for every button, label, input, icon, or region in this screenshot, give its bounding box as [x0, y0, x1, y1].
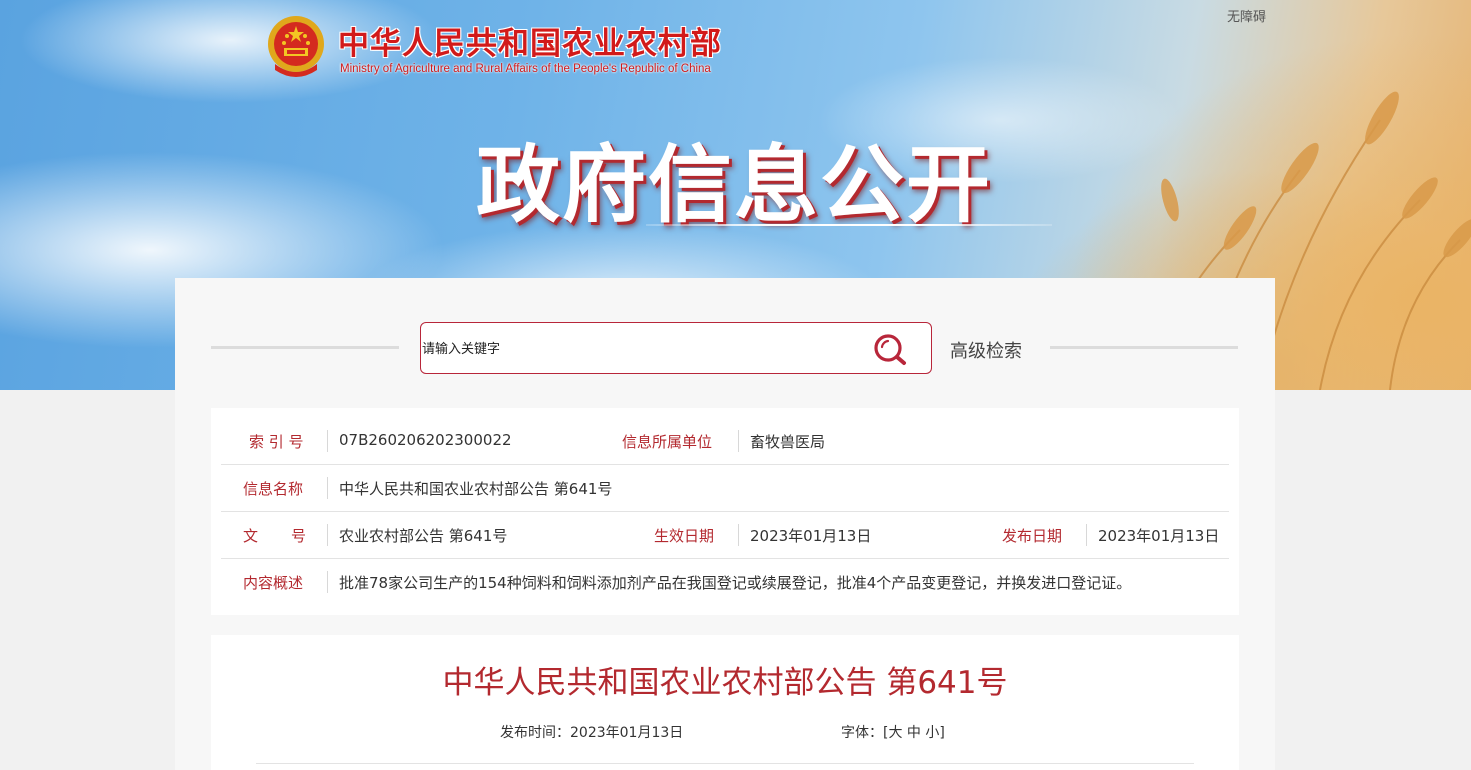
site-subtitle: Ministry of Agriculture and Rural Affair… — [340, 63, 711, 75]
divider — [1086, 524, 1087, 546]
font-size-label: 字体： — [841, 725, 883, 741]
site-title[interactable]: 中华人民共和国农业农村部 — [338, 18, 722, 63]
advanced-search-link[interactable]: 高级检索 — [950, 337, 1022, 363]
name-label: 信息名称 — [243, 480, 304, 498]
effective-date-value: 2023年01月13日 — [750, 527, 872, 545]
doc-value: 农业农村部公告 第641号 — [339, 527, 508, 545]
search-input[interactable] — [422, 337, 862, 361]
info-row-index: 索 引 号 07B260206202300022 信息所属单位 畜牧兽医局 — [221, 418, 1229, 465]
index-value: 07B260206202300022 — [339, 431, 512, 449]
divider — [327, 430, 328, 452]
unit-value: 畜牧兽医局 — [750, 433, 826, 451]
national-emblem-icon — [268, 16, 324, 77]
effective-date-label: 生效日期 — [654, 527, 715, 545]
font-large-button[interactable]: 大 — [888, 725, 902, 741]
search-icon[interactable] — [871, 332, 911, 366]
article-divider — [256, 763, 1194, 764]
font-small-button[interactable]: 小 — [925, 725, 939, 741]
divider — [738, 524, 739, 546]
unit-label: 信息所属单位 — [622, 433, 713, 451]
article-title: 中华人民共和国农业农村部公告 第641号 — [442, 665, 1008, 701]
summary-label: 内容概述 — [243, 574, 304, 592]
publish-time-label: 发布时间： — [500, 725, 570, 741]
banner-underline — [646, 224, 1052, 226]
divider — [327, 571, 328, 593]
name-value: 中华人民共和国农业农村部公告 第641号 — [339, 480, 613, 498]
divider — [327, 477, 328, 499]
accessibility-link[interactable]: 无障碍 — [1227, 6, 1266, 25]
publish-time-value: 2023年01月13日 — [570, 725, 684, 741]
search-decor-line-left — [211, 346, 399, 349]
index-label: 索 引 号 — [249, 433, 304, 451]
info-row-summary: 内容概述 批准78家公司生产的154种饲料和饲料添加剂产品在我国登记或续展登记，… — [221, 559, 1229, 606]
info-panel: 索 引 号 07B260206202300022 信息所属单位 畜牧兽医局 信息… — [211, 408, 1239, 615]
doc-label-b: 号 — [291, 527, 307, 545]
font-medium-button[interactable]: 中 — [907, 725, 921, 741]
divider — [738, 430, 739, 452]
article-panel: 中华人民共和国农业农村部公告 第641号 发布时间：2023年01月13日 字体… — [211, 635, 1239, 770]
font-size-control: 字体：[大 中 小] — [841, 722, 945, 742]
font-bracket-close: ] — [939, 725, 945, 741]
doc-label-a: 文 — [243, 527, 259, 545]
publish-date-value: 2023年01月13日 — [1098, 527, 1220, 545]
search-box[interactable] — [420, 322, 932, 374]
publish-time: 发布时间：2023年01月13日 — [500, 722, 683, 742]
info-row-name: 信息名称 中华人民共和国农业农村部公告 第641号 — [221, 465, 1229, 512]
section-banner-title: 政府信息公开 — [476, 136, 993, 234]
divider — [327, 524, 328, 546]
summary-value: 批准78家公司生产的154种饲料和饲料添加剂产品在我国登记或续展登记，批准4个产… — [339, 574, 1132, 592]
info-row-doc: 文 号 农业农村部公告 第641号 生效日期 2023年01月13日 发布日期 … — [221, 512, 1229, 559]
publish-date-label: 发布日期 — [1002, 527, 1063, 545]
search-decor-line-right — [1050, 346, 1238, 349]
